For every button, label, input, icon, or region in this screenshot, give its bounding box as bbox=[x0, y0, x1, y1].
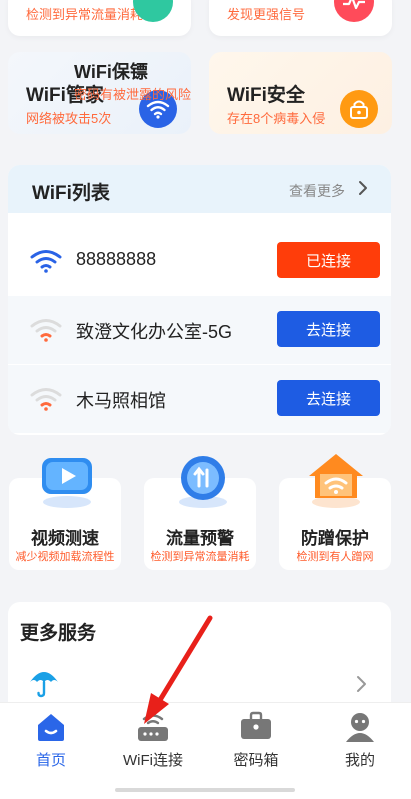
tool-name: 流量预警 bbox=[166, 529, 234, 548]
chevron-right-icon[interactable] bbox=[357, 179, 369, 202]
nav-home[interactable]: 首页 bbox=[0, 703, 102, 783]
signal-card[interactable]: 发现更强信号 bbox=[209, 0, 392, 36]
user-icon bbox=[344, 711, 376, 748]
nav-mine[interactable]: 我的 bbox=[309, 703, 411, 783]
home-indicator bbox=[115, 788, 295, 792]
home-icon bbox=[35, 711, 67, 748]
wifi-list: WiFi列表 查看更多 88888888 已连接 致澄文化办公室-5G 去连接 … bbox=[8, 165, 391, 435]
video-icon bbox=[36, 452, 98, 510]
traffic-card[interactable]: 检测到异常流量消耗 bbox=[8, 0, 191, 36]
wifi-signal-weak-icon bbox=[30, 318, 62, 347]
tool-desc: 检测到有人蹭网 bbox=[296, 551, 374, 563]
signal-card-subtitle: 发现更强信号 bbox=[227, 7, 306, 22]
nav-label: WiFi连接 bbox=[123, 752, 183, 769]
wifi-row[interactable]: 致澄文化办公室-5G 去连接 bbox=[8, 296, 391, 364]
wifi-security-card[interactable]: WiFi安全 存在8个病毒入侵 bbox=[209, 52, 392, 134]
connected-button[interactable]: 已连接 bbox=[277, 242, 380, 278]
nav-wifi-connect[interactable]: WiFi连接 bbox=[102, 703, 204, 783]
traffic-card-subtitle: 检测到异常流量消耗 bbox=[26, 7, 144, 22]
nav-label: 密码箱 bbox=[233, 752, 279, 769]
wifi-signal-strong-icon bbox=[30, 249, 62, 278]
wifi-signal-weak-icon bbox=[30, 387, 62, 416]
house-wifi-icon bbox=[305, 452, 367, 510]
nav-label: 首页 bbox=[35, 752, 66, 769]
wifi-list-header: WiFi列表 查看更多 bbox=[8, 165, 391, 213]
umbrella-icon bbox=[28, 666, 60, 703]
wifi-name: 88888888 bbox=[76, 249, 157, 269]
bottom-nav: 首页 WiFi连接 密码箱 我的 bbox=[0, 702, 411, 799]
wifi-row[interactable]: 88888888 已连接 bbox=[8, 227, 391, 295]
briefcase-icon bbox=[239, 711, 273, 746]
traffic-icon bbox=[172, 452, 234, 510]
wifi-manager-subtitle: 网络被攻击5次 bbox=[26, 111, 112, 126]
more-services-title: 更多服务 bbox=[20, 623, 97, 644]
wifi-security-title: WiFi安全 bbox=[227, 85, 305, 106]
nav-password-box[interactable]: 密码箱 bbox=[205, 703, 307, 783]
tool-name: 视频测速 bbox=[31, 529, 99, 548]
pulse-icon bbox=[334, 0, 374, 22]
wifi-list-title: WiFi列表 bbox=[32, 183, 110, 204]
chevron-right-icon[interactable] bbox=[355, 674, 367, 699]
nav-label: 我的 bbox=[344, 752, 375, 769]
router-lock-icon bbox=[340, 90, 378, 128]
wifi-name: 致澄文化办公室-5G bbox=[76, 322, 233, 342]
wifi-name: 木马照相馆 bbox=[76, 391, 166, 411]
tool-desc: 检测到异常流量消耗 bbox=[150, 551, 250, 563]
connect-button[interactable]: 去连接 bbox=[277, 380, 380, 416]
wifi-row[interactable]: 木马照相馆 去连接 bbox=[8, 365, 391, 433]
router-icon bbox=[135, 711, 171, 748]
service-title[interactable]: WiFi保镖 bbox=[74, 58, 148, 84]
view-more-link[interactable]: 查看更多 bbox=[289, 181, 345, 201]
tool-name: 防蹭保护 bbox=[301, 529, 369, 548]
tool-desc: 减少视频加载流程性 bbox=[15, 551, 115, 563]
wifi-security-subtitle: 存在8个病毒入侵 bbox=[227, 111, 326, 126]
connect-button[interactable]: 去连接 bbox=[277, 311, 380, 347]
service-subtitle: 密码有被泄露的风险 bbox=[74, 87, 192, 102]
